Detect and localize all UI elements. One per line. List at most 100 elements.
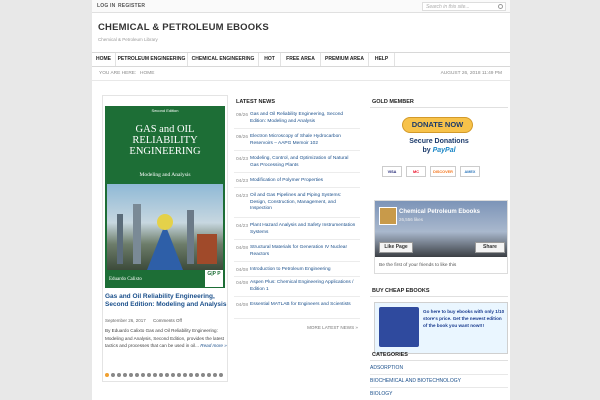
nav-free-area[interactable]: FREE AREA (281, 53, 321, 66)
news-title[interactable]: Introduction to Petroleum Engineering (250, 267, 358, 274)
latest-news-heading: LATEST NEWS (236, 99, 276, 105)
slider-dot[interactable] (177, 373, 181, 377)
facebook-page-widget: Chemical Petroleum Ebooks 26,556 likes L… (374, 200, 508, 274)
cover-edition: Second Edition (151, 108, 179, 113)
news-date: 09/26 (236, 113, 249, 118)
paypal-logo: PayPal (432, 147, 456, 154)
slider-dot[interactable] (141, 373, 145, 377)
slider-dots (105, 373, 227, 378)
news-title[interactable]: Oil and Gas Pipelines and Piping Systems… (250, 193, 358, 213)
news-title[interactable]: Essential MATLAB for Engineers and Scien… (250, 302, 358, 309)
category-adsorption[interactable]: ADSORPTION (370, 362, 508, 375)
news-item[interactable]: 04/08 Essential MATLAB for Engineers and… (234, 302, 360, 319)
slider-dot[interactable] (117, 373, 121, 377)
main-nav: HOME PETROLEUM ENGINEERING CHEMICAL ENGI… (92, 52, 510, 67)
slider-dot[interactable] (123, 373, 127, 377)
ebook-stack-image (379, 307, 419, 347)
news-item[interactable]: 04/23 Plant Hazard Analysis and Safety I… (234, 223, 360, 240)
nav-premium-area[interactable]: PREMIUM AREA (321, 53, 369, 66)
slider-dot[interactable] (195, 373, 199, 377)
discover-card-icon: DISCOVER (430, 166, 456, 177)
news-item[interactable]: 04/23 Modification of Polymer Properties (234, 178, 360, 188)
news-item[interactable]: 04/23 Modeling, Control, and Optimizatio… (234, 156, 360, 173)
news-item[interactable]: 04/23 Oil and Gas Pipelines and Piping S… (234, 193, 360, 218)
nav-hot[interactable]: HOT (259, 53, 281, 66)
payment-cards: VISA MC DISCOVER AMEX (378, 166, 498, 177)
book-cover-image[interactable]: Second Edition GAS and OIL RELIABILITY E… (105, 106, 225, 288)
category-biology[interactable]: BIOLOGY (370, 388, 508, 400)
news-date: 04/23 (236, 179, 249, 184)
search-input[interactable]: Search in this site... (422, 2, 506, 11)
secure-by: by (422, 147, 431, 154)
cover-illustration (117, 204, 217, 270)
facebook-like-button[interactable]: Like Page (379, 242, 413, 253)
cover-subtitle: Modeling and Analysis (139, 172, 191, 178)
publisher-logo: G|P P (205, 270, 223, 287)
search-placeholder: Search in this site... (426, 4, 470, 10)
news-item[interactable]: 04/08 Structural Materials for Generatio… (234, 245, 360, 262)
paypal-line: by PayPal (380, 146, 498, 155)
news-title[interactable]: Structural Materials for Generation IV N… (250, 245, 358, 258)
nav-help[interactable]: HELP (369, 53, 395, 66)
slider-dot[interactable] (219, 373, 223, 377)
post-date: September 26, 2017 (105, 318, 146, 323)
news-title[interactable]: Aspen Plus: Chemical Engineering Applica… (250, 280, 358, 293)
page-wrapper: LOG IN REGISTER Search in this site... C… (92, 0, 510, 400)
news-title[interactable]: Gas and Oil Reliability Engineering, Sec… (250, 112, 358, 125)
slider-dot[interactable] (201, 373, 205, 377)
nav-petroleum-engineering[interactable]: PETROLEUM ENGINEERING (116, 53, 188, 66)
register-link[interactable]: REGISTER (118, 3, 145, 9)
facebook-page-avatar[interactable] (379, 207, 397, 225)
slider-dot-active[interactable] (105, 373, 109, 377)
facebook-share-button[interactable]: Share (475, 242, 505, 253)
post-comments: Comments Off (153, 318, 182, 323)
slider-dot[interactable] (111, 373, 115, 377)
slider-dot[interactable] (171, 373, 175, 377)
facebook-page-name[interactable]: Chemical Petroleum Ebooks (399, 209, 480, 215)
slider-dot[interactable] (129, 373, 133, 377)
site-tagline: Chemical & Petroleum Library (98, 37, 158, 42)
nav-chemical-engineering[interactable]: CHEMICAL ENGINEERING (188, 53, 259, 66)
slider-dot[interactable] (183, 373, 187, 377)
more-latest-news-link[interactable]: MORE LATEST NEWS » (307, 325, 358, 330)
news-item[interactable]: 09/26 Electron Microscopy of Shale Hydro… (234, 134, 360, 151)
category-biochemical[interactable]: BIOCHEMICAL AND BIOTECHNOLOGY (370, 375, 508, 388)
site-title[interactable]: CHEMICAL & PETROLEUM EBOOKS (98, 22, 269, 33)
news-date: 04/08 (236, 281, 249, 286)
news-title[interactable]: Plant Hazard Analysis and Safety Instrum… (250, 223, 358, 236)
slider-dot[interactable] (213, 373, 217, 377)
slider-dot[interactable] (153, 373, 157, 377)
donate-button[interactable]: DONATE NOW (402, 117, 473, 133)
slider-dot[interactable] (189, 373, 193, 377)
buy-cheap-text: Go here to buy ebooks with only 1/10 sto… (423, 309, 505, 328)
featured-post-title[interactable]: Gas and Oil Reliability Engineering, Sec… (105, 293, 227, 308)
news-date: 04/08 (236, 303, 249, 308)
cover-photo (107, 184, 223, 270)
nav-home[interactable]: HOME (92, 53, 116, 66)
search-icon[interactable] (498, 4, 503, 9)
amex-card-icon: AMEX (460, 166, 480, 177)
divider (370, 296, 508, 297)
post-excerpt: By Eduardo Calixto Gas and Oil Reliabili… (105, 327, 227, 350)
secure-line: Secure Donations (409, 138, 469, 145)
news-item[interactable]: 09/26 Gas and Oil Reliability Engineerin… (234, 112, 360, 129)
buy-cheap-ebooks-banner[interactable]: Go here to buy ebooks with only 1/10 sto… (374, 302, 508, 354)
slider-dot[interactable] (147, 373, 151, 377)
news-title[interactable]: Electron Microscopy of Shale Hydrocarbon… (250, 134, 358, 147)
slider-dot[interactable] (135, 373, 139, 377)
slider-dot[interactable] (207, 373, 211, 377)
slider-dot[interactable] (159, 373, 163, 377)
slider-dot[interactable] (165, 373, 169, 377)
divider (370, 360, 508, 361)
latest-news-list: 09/26 Gas and Oil Reliability Engineerin… (234, 108, 360, 348)
news-item[interactable]: 04/08 Introduction to Petroleum Engineer… (234, 267, 360, 277)
read-more-link[interactable]: Read more » (200, 343, 227, 348)
breadcrumb-home[interactable]: HOME (140, 71, 154, 76)
news-date: 04/23 (236, 157, 249, 162)
buy-cheap-ebooks-heading: BUY CHEAP EBOOKS (372, 288, 430, 294)
login-link[interactable]: LOG IN (97, 3, 115, 9)
news-title[interactable]: Modification of Polymer Properties (250, 178, 358, 185)
news-item[interactable]: 04/08 Aspen Plus: Chemical Engineering A… (234, 280, 360, 297)
news-title[interactable]: Modeling, Control, and Optimization of N… (250, 156, 358, 169)
news-date: 04/23 (236, 194, 249, 199)
